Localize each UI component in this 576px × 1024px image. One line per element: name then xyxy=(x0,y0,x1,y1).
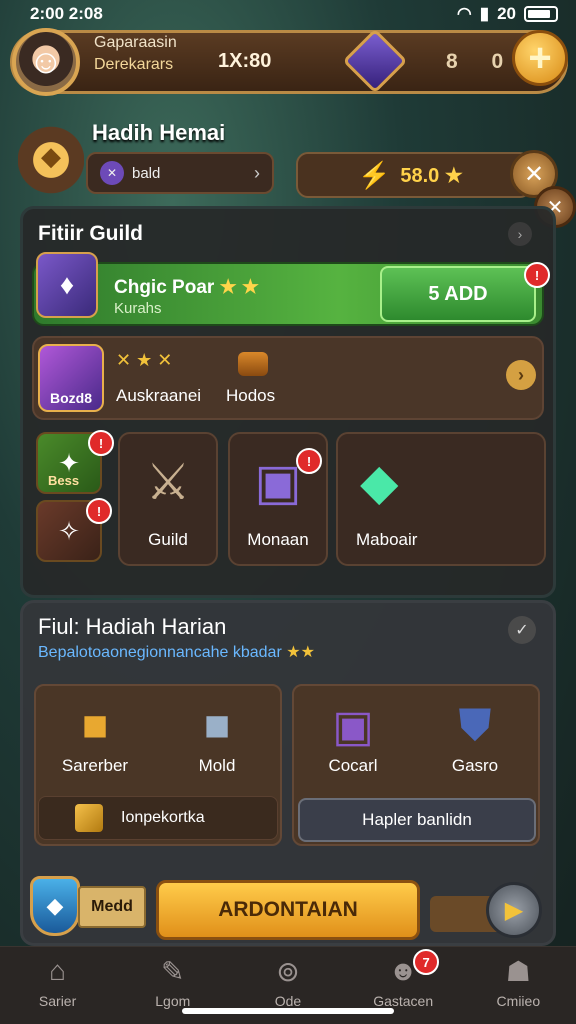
home-icon: ⌂ xyxy=(49,955,67,986)
nav-item-lgom[interactable]: ✎ Lgom xyxy=(123,955,223,1009)
reward-item-mold[interactable]: ■ Mold xyxy=(162,696,272,776)
card-guild[interactable]: ⚔ Guild xyxy=(118,432,218,566)
card-label: Maboair xyxy=(356,530,418,549)
card-label: Monaan xyxy=(247,530,309,549)
play-icon: ▶ xyxy=(504,896,524,924)
reward-row-right-button[interactable]: Hapler banlidn xyxy=(298,798,536,842)
reward-item-label: Cocarl xyxy=(328,756,378,775)
reward-item-label: Sarerber xyxy=(61,756,129,775)
nav-label: Cmiieo xyxy=(496,993,541,1009)
reward-item-label: Gasro xyxy=(451,756,499,775)
ghost-icon: ☗ xyxy=(505,956,531,987)
reward-item-gasro[interactable]: ⛊ Gasro xyxy=(420,696,530,776)
battery-icon xyxy=(524,6,558,22)
panel-expand-button[interactable]: › xyxy=(508,222,532,246)
guild-crest-icon: ⚔ xyxy=(145,454,191,510)
page-title: Hadih Hemai xyxy=(92,120,226,145)
quest-label-1: Auskraanei xyxy=(116,386,202,405)
notification-badge: ! xyxy=(86,498,112,524)
daily-subtitle-stars: ★★ xyxy=(286,644,315,661)
notification-badge: ! xyxy=(296,448,322,474)
chest-icon: ♦ xyxy=(36,252,98,318)
player-name: Gaparaasin xyxy=(94,34,177,51)
nav-item-sarier[interactable]: ⌂ Sarier xyxy=(8,955,108,1009)
shield-crest-icon: ⛊ xyxy=(458,701,492,750)
notification-badge: ! xyxy=(524,262,550,288)
quest-label-2: Hodos xyxy=(226,386,276,405)
notification-badge: 7 xyxy=(413,949,440,975)
quest-icon: Bozd8 xyxy=(38,344,104,412)
guild-emblem-icon: ◆ xyxy=(18,116,84,196)
add-resource-button[interactable]: + xyxy=(512,30,568,86)
mini-item-label: Bess xyxy=(48,473,80,488)
reward-item-sarerber[interactable]: ■ Sarerber xyxy=(40,696,150,776)
silver-cube-icon: ■ xyxy=(203,701,231,750)
nav-label: Sarier xyxy=(38,993,77,1009)
star-value: 58.0 ★ xyxy=(400,164,463,187)
nav-item-ode[interactable]: ⊚ Ode xyxy=(238,955,338,1009)
daily-panel-title: Fiul: Hadiah Harian xyxy=(38,614,227,639)
nav-item-cmiieo[interactable]: ☗ Cmiieo xyxy=(468,955,568,1009)
chevron-right-icon: › xyxy=(254,162,260,183)
claim-button[interactable]: 5 ADD xyxy=(380,266,536,322)
chat-icon: ✎ xyxy=(161,956,185,987)
resource-counters: 8 0 xyxy=(446,50,518,73)
nav-label: Lgom xyxy=(155,993,191,1009)
guild-panel-title: Fitiir Guild xyxy=(38,222,143,245)
signal-icon: ▮ xyxy=(479,4,490,23)
reward-item-label: Mold xyxy=(198,756,236,775)
next-button[interactable]: ▶ xyxy=(486,882,542,938)
gold-cube-icon: ■ xyxy=(81,701,109,750)
shield-icon: ◆ xyxy=(30,876,80,936)
guild-badge-icon: ✕ xyxy=(100,161,124,185)
medal-label: Medd xyxy=(78,886,146,928)
guild-sub-selector[interactable]: ✕ bald › xyxy=(86,152,274,194)
quest-row[interactable] xyxy=(32,336,544,420)
purple-chest-icon: ▣ xyxy=(332,701,374,751)
nav-label: Gastacen xyxy=(373,993,434,1009)
nav-label: Ode xyxy=(274,993,302,1009)
crystal-icon: ◆ xyxy=(360,454,399,510)
reward-subtitle: Kurahs xyxy=(114,300,162,317)
quest-stars: ✕ ★ ✕ xyxy=(116,350,173,370)
search-icon: ⊚ xyxy=(276,956,300,987)
status-bar: 2:00 2:08 ◠ ▮ 20 xyxy=(0,0,576,28)
card-maboair[interactable]: ◆ Maboair xyxy=(336,432,546,566)
check-icon[interactable]: ✓ xyxy=(508,616,536,644)
wifi-icon: ◠ xyxy=(456,4,472,23)
bolt-icon: ⚡ xyxy=(358,159,391,190)
card-label: Guild xyxy=(148,530,188,549)
timer: 1X:80 xyxy=(218,50,272,72)
reward-item-cocarl[interactable]: ▣ Cocarl xyxy=(298,696,408,776)
reward-row-left-label: Ionpekortka xyxy=(121,809,205,826)
player-subtitle: Derekarars xyxy=(94,56,174,73)
status-right-text: 20 xyxy=(497,4,516,23)
avatar[interactable]: ☺ xyxy=(12,28,80,96)
close-icon: ✕ xyxy=(523,160,545,188)
stone-icon xyxy=(238,352,268,376)
notification-badge: ! xyxy=(88,430,114,456)
reward-row-left[interactable]: Ionpekortka xyxy=(38,796,278,840)
home-indicator xyxy=(182,1008,394,1014)
daily-subtitle: Bepalotoaonegionnancahe kbadar xyxy=(38,644,282,661)
status-time: 2:00 2:08 xyxy=(30,4,103,23)
reward-title: Chgic Poar xyxy=(114,277,215,298)
star-currency: ⚡ 58.0 ★ xyxy=(296,152,532,198)
guild-sub-label: bald xyxy=(132,164,161,182)
nav-item-gastacen[interactable]: ☻ Gastacen 7 xyxy=(353,949,453,1009)
main-action-button[interactable]: ARDONTAIAN xyxy=(156,880,420,940)
reward-stars: ★ ★ xyxy=(219,277,259,298)
quest-arrow-button[interactable]: › xyxy=(506,360,536,390)
gold-cube-icon xyxy=(75,804,103,832)
potion-icon: ✧ xyxy=(58,515,80,546)
